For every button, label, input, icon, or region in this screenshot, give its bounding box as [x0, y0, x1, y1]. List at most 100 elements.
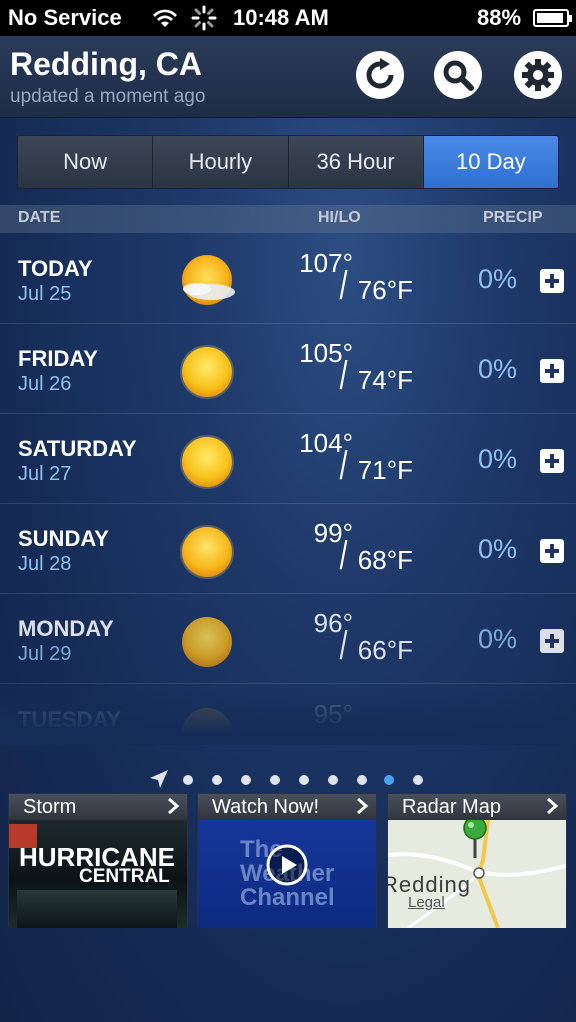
temperature-range: 96° / 66°F	[230, 608, 413, 668]
precip-value: 0%	[478, 624, 518, 654]
page-dot[interactable]	[413, 775, 423, 785]
weather-channel-thumbnail: The Weather Channel	[198, 820, 376, 928]
day-label: SUNDAY	[18, 526, 109, 551]
forecast-tabs: Now Hourly 36 Hour 10 Day	[17, 135, 559, 189]
settings-button[interactable]	[514, 51, 562, 99]
watch-now-card[interactable]: Watch Now! The Weather Channel	[197, 793, 377, 928]
temp-divider: /	[339, 624, 348, 668]
expand-icon[interactable]	[540, 449, 564, 473]
chevron-right-icon	[547, 797, 559, 815]
activity-spinner-icon	[191, 5, 217, 31]
map-pin-icon[interactable]	[460, 820, 490, 860]
forecast-row[interactable]: TODAY Jul 25 107° / 76°F 0%	[0, 234, 576, 324]
day-label: TODAY	[18, 256, 93, 281]
day-label: SATURDAY	[18, 436, 137, 461]
precip-column-label: PRECIP	[483, 209, 543, 226]
temperature-range: 99° / 68°F	[230, 518, 413, 578]
precip-value: 0%	[478, 444, 518, 474]
page-dot[interactable]	[328, 775, 338, 785]
card-header: Radar Map	[388, 794, 566, 820]
refresh-button[interactable]	[356, 51, 404, 99]
high-temp: 95°	[313, 699, 353, 729]
temp-divider: /	[339, 534, 348, 578]
play-icon[interactable]	[266, 844, 308, 886]
location-title: Redding, CA	[10, 46, 202, 82]
page-dot[interactable]	[299, 775, 309, 785]
sun-icon	[180, 345, 234, 399]
temperature-range: 104° / 71°F	[230, 428, 413, 488]
tab-36-hour[interactable]: 36 Hour	[288, 136, 424, 188]
date-label: Jul 29	[18, 643, 72, 665]
temperature-range: 107° / 76°F	[230, 248, 413, 308]
date-label: Jul 25	[18, 283, 72, 305]
status-bar: No Service 10:48 AM 88%	[0, 0, 576, 36]
page-indicator	[148, 768, 428, 792]
page-dot-active[interactable]	[384, 775, 394, 785]
search-icon	[443, 60, 474, 91]
card-label: Radar Map	[402, 795, 501, 818]
day-label: FRIDAY	[18, 346, 98, 371]
hurricane-central-thumbnail: HURRICANE CENTRAL	[9, 820, 187, 928]
temperature-range: 105° / 74°F	[230, 338, 413, 398]
column-header: DATE HI/LO PRECIP	[0, 205, 576, 233]
clock: 10:48 AM	[233, 5, 329, 30]
page-dot[interactable]	[270, 775, 280, 785]
logo-text-line3: Channel	[240, 884, 335, 911]
chevron-right-icon	[357, 797, 369, 815]
wifi-icon	[153, 9, 177, 27]
central-text: CENTRAL	[79, 866, 170, 887]
low-temp: 74°F	[357, 365, 413, 395]
sun-icon	[182, 617, 232, 667]
page-dot[interactable]	[212, 775, 222, 785]
forecast-row[interactable]: MONDAY Jul 29 96° / 66°F 0%	[0, 594, 576, 684]
radar-map-card[interactable]: Radar Map Redding Legal	[387, 793, 567, 928]
tab-hourly[interactable]: Hourly	[153, 136, 289, 188]
temperature-range: 95°	[230, 699, 413, 745]
chevron-right-icon	[168, 797, 180, 815]
forecast-row-partial: TUESDAY 95°	[0, 685, 576, 745]
temp-divider: /	[339, 264, 348, 308]
page-dot[interactable]	[241, 775, 251, 785]
forecast-row[interactable]: SUNDAY Jul 28 99° / 68°F 0%	[0, 504, 576, 594]
day-label: MONDAY	[18, 616, 114, 641]
map-legal-link[interactable]: Legal	[408, 894, 445, 911]
temp-divider: /	[339, 354, 348, 398]
expand-icon[interactable]	[540, 629, 564, 653]
precip-value: 0%	[478, 264, 518, 294]
precip-value: 0%	[478, 354, 518, 384]
card-label: Storm	[23, 795, 77, 818]
forecast-row[interactable]: SATURDAY Jul 27 104° / 71°F 0%	[0, 414, 576, 504]
forecast-row[interactable]: FRIDAY Jul 26 105° / 74°F 0%	[0, 324, 576, 414]
day-label: TUESDAY	[18, 707, 122, 732]
precip-value: 0%	[478, 534, 518, 564]
sun-icon	[180, 435, 234, 489]
low-temp: 76°F	[357, 275, 413, 305]
page-dot[interactable]	[357, 775, 367, 785]
refresh-icon	[366, 58, 394, 89]
updated-label: updated a moment ago	[10, 86, 206, 107]
storm-card[interactable]: Storm HURRICANE CENTRAL	[8, 793, 188, 928]
location-arrow-icon[interactable]	[148, 768, 170, 790]
sun-icon	[182, 708, 232, 745]
gear-icon	[522, 59, 554, 91]
low-temp: 66°F	[357, 635, 413, 665]
carrier-label: No Service	[8, 5, 122, 30]
tab-10-day[interactable]: 10 Day	[423, 136, 558, 188]
expand-icon[interactable]	[540, 539, 564, 563]
battery-icon	[533, 9, 572, 27]
tab-now[interactable]: Now	[18, 136, 154, 188]
low-temp: 71°F	[357, 455, 413, 485]
battery-percent: 88%	[477, 5, 522, 30]
date-label: Jul 27	[18, 463, 72, 485]
card-label: Watch Now!	[212, 795, 320, 818]
date-column-label: DATE	[18, 209, 61, 226]
expand-icon[interactable]	[540, 359, 564, 383]
search-button[interactable]	[434, 51, 482, 99]
date-label: Jul 28	[18, 553, 72, 575]
sun-icon	[180, 525, 234, 579]
expand-icon[interactable]	[540, 269, 564, 293]
radar-map-thumbnail: Redding Legal	[388, 820, 566, 928]
page-dot[interactable]	[183, 775, 193, 785]
hilo-column-label: HI/LO	[318, 209, 361, 226]
sun-with-cloud-icon	[182, 255, 235, 305]
